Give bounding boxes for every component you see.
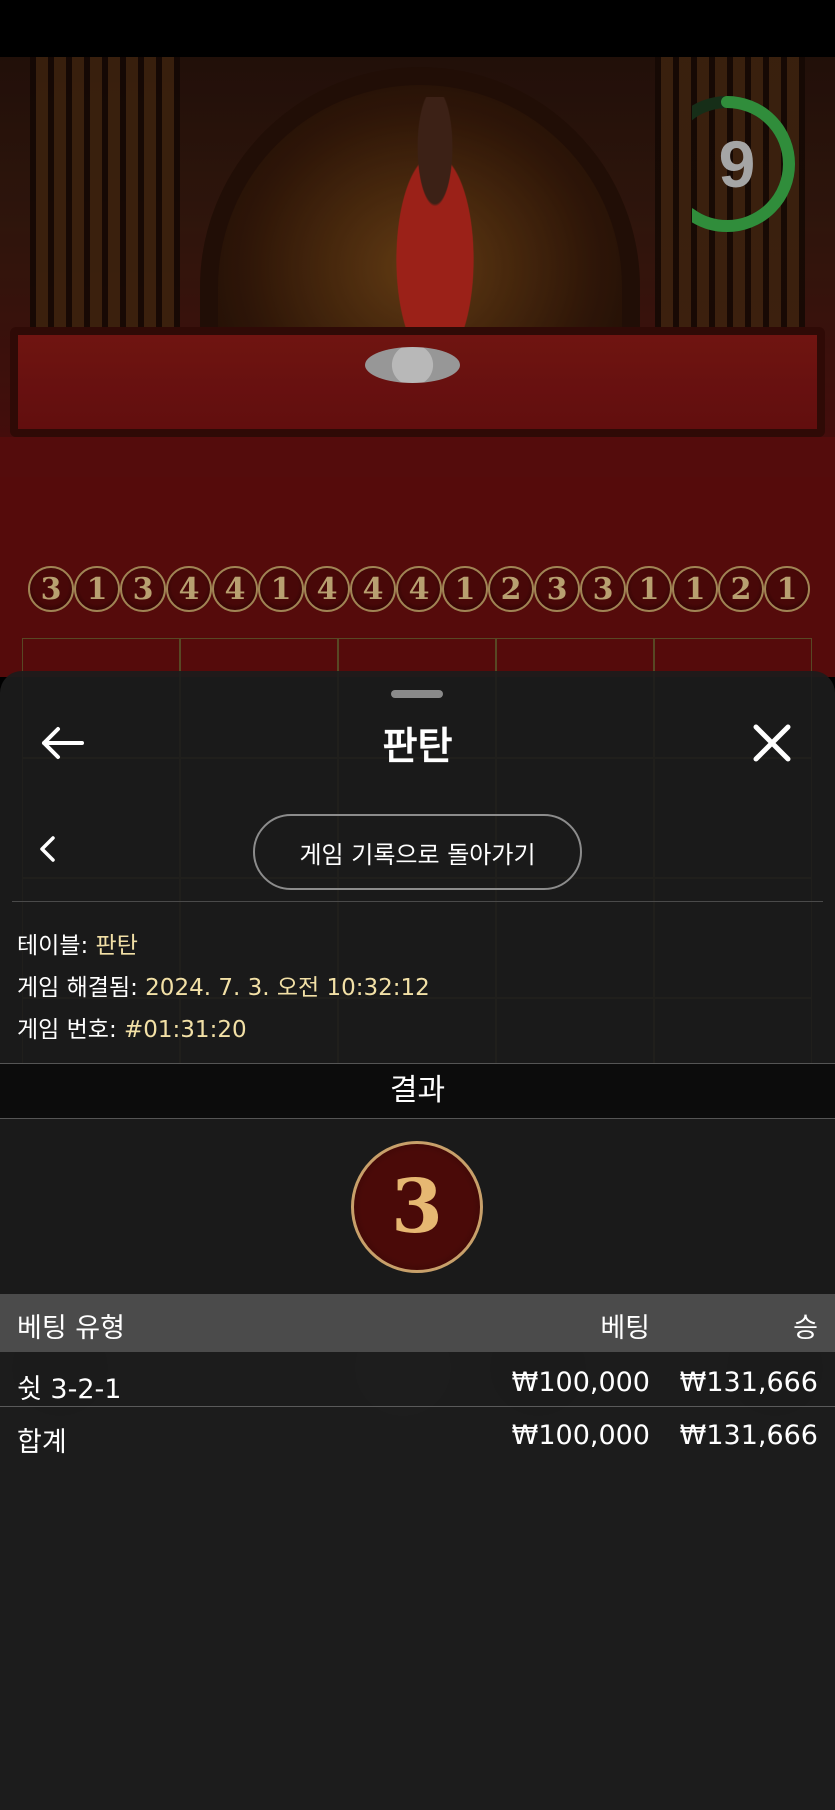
row-win-amount: ₩131,666 bbox=[679, 1367, 818, 1398]
total-bet-amount: ₩100,000 bbox=[511, 1420, 650, 1451]
close-icon[interactable] bbox=[750, 721, 794, 765]
total-label: 합계 bbox=[17, 1427, 67, 1458]
divider bbox=[12, 901, 823, 902]
row-bet-type: 쉿 3-2-1 bbox=[17, 1374, 122, 1405]
info-game-number-value: #01:31:20 bbox=[124, 1017, 247, 1043]
bets-table-header: 베팅 유형 베팅 승 bbox=[0, 1294, 835, 1352]
divider bbox=[0, 1406, 835, 1407]
info-resolved: 게임 해결됨: 2024. 7. 3. 오전 10:32:12 bbox=[17, 968, 430, 1002]
header-bet: 베팅 bbox=[600, 1313, 650, 1344]
info-table: 테이블: 판탄 bbox=[17, 926, 138, 960]
game-detail-sheet: 판탄 게임 기록으로 돌아가기 테이블: 판탄 게임 해결됨: 2024. 7.… bbox=[0, 671, 835, 1810]
back-to-history-button[interactable]: 게임 기록으로 돌아가기 bbox=[253, 814, 582, 890]
total-row: 합계 ₩100,000 ₩131,666 bbox=[0, 1408, 835, 1460]
info-resolved-label: 게임 해결됨: bbox=[17, 975, 146, 1001]
total-win-amount: ₩131,666 bbox=[679, 1420, 818, 1451]
row-bet-amount: ₩100,000 bbox=[511, 1367, 650, 1398]
info-game-number-label: 게임 번호: bbox=[17, 1017, 125, 1043]
sheet-drag-handle[interactable] bbox=[391, 690, 443, 698]
info-table-label: 테이블: bbox=[17, 933, 96, 959]
header-win: 승 bbox=[793, 1313, 818, 1344]
chevron-left-icon[interactable] bbox=[36, 833, 60, 865]
info-table-value: 판탄 bbox=[95, 933, 138, 959]
info-resolved-value: 2024. 7. 3. 오전 10:32:12 bbox=[145, 975, 430, 1001]
header-bet-type: 베팅 유형 bbox=[17, 1313, 125, 1344]
info-game-number: 게임 번호: #01:31:20 bbox=[17, 1010, 247, 1044]
sheet-title: 판탄 bbox=[382, 724, 453, 768]
table-row: 쉿 3-2-1 ₩100,000 ₩131,666 bbox=[0, 1355, 835, 1407]
result-ball: 3 bbox=[351, 1141, 483, 1273]
result-header: 결과 bbox=[0, 1063, 835, 1119]
